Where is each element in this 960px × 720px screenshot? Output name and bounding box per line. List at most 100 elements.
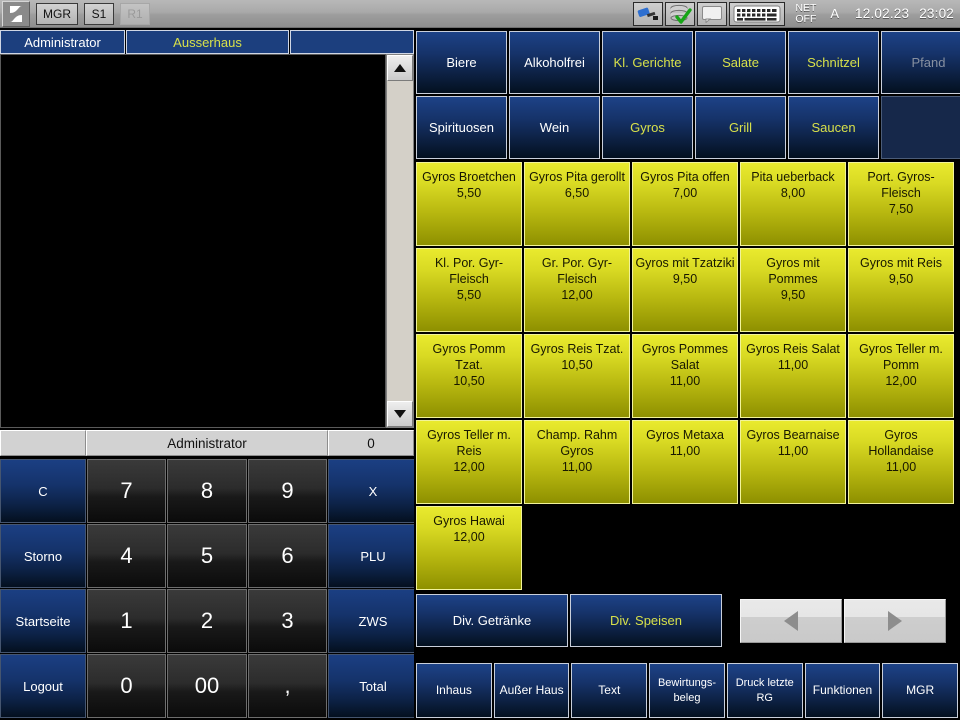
footer-button-text[interactable]: Text xyxy=(571,663,648,718)
category-button-alkoholfrei[interactable]: Alkoholfrei xyxy=(509,31,600,94)
keypad-key-3[interactable]: 3 xyxy=(248,589,327,653)
product-price: 10,50 xyxy=(561,358,593,372)
product-name: Kl. Por. Gyr-Fleisch xyxy=(434,256,504,286)
tab-ausserhaus[interactable]: Ausserhaus xyxy=(126,30,289,54)
footer-button-druck-letzte-rg[interactable]: Druck letzte RG xyxy=(726,663,803,718)
product-button-gyros-pita-offen[interactable]: Gyros Pita offen 7,00 xyxy=(632,162,738,246)
product-button-gyros-mit-pommes[interactable]: Gyros mit Pommes 9,50 xyxy=(740,248,846,332)
keypad-key-00[interactable]: 00 xyxy=(167,654,247,718)
product-price: 5,50 xyxy=(456,186,482,200)
info-cell-operator: Administrator xyxy=(86,430,328,456)
keyboard-icon[interactable] xyxy=(729,1,786,26)
product-button-gyros-pomm-tzat[interactable]: Gyros Pomm Tzat. 10,50 xyxy=(416,334,522,418)
category-button-wein[interactable]: Wein xyxy=(509,96,600,159)
receipt-scrollbar[interactable] xyxy=(386,54,414,428)
product-button-champ-rahm-gyros[interactable]: Champ. Rahm Gyros 11,00 xyxy=(524,420,630,504)
category-grid: Biere Alkoholfrei Kl. Gerichte Salate Schnit… xyxy=(414,28,960,159)
time-display: 23:02 xyxy=(919,6,954,21)
keypad-key-[interactable]: , xyxy=(248,654,327,718)
product-button-gyros-reis-tzat[interactable]: Gyros Reis Tzat. 10,50 xyxy=(524,334,630,418)
keypad-key-8[interactable]: 8 xyxy=(167,459,247,523)
keypad-key-c[interactable]: C xyxy=(0,459,86,523)
category-button-kl-gerichte[interactable]: Kl. Gerichte xyxy=(602,31,693,94)
misc-button-row: Div. Getränke Div. Speisen xyxy=(414,590,960,650)
product-button-kl-por-gyr-fleisch[interactable]: Kl. Por. Gyr-Fleisch 5,50 xyxy=(416,248,522,332)
keypad-key-0[interactable]: 0 xyxy=(87,654,166,718)
keypad-key-zws[interactable]: ZWS xyxy=(328,589,418,653)
product-button-gr-por-gyr-fleisch[interactable]: Gr. Por. Gyr-Fleisch 12,00 xyxy=(524,248,630,332)
category-button-saucen[interactable]: Saucen xyxy=(788,96,879,159)
product-price: 9,50 xyxy=(888,272,914,286)
div-getraenke-button[interactable]: Div. Getränke xyxy=(416,594,568,647)
keypad-key-total[interactable]: Total xyxy=(328,654,418,718)
footer-button-mgr[interactable]: MGR xyxy=(882,663,959,718)
scroll-down-button[interactable] xyxy=(387,401,413,427)
product-price: 12,00 xyxy=(885,374,917,388)
tab-empty[interactable] xyxy=(290,30,414,54)
product-button-gyros-pita-gerollt[interactable]: Gyros Pita gerollt 6,50 xyxy=(524,162,630,246)
div-speisen-button[interactable]: Div. Speisen xyxy=(570,594,722,647)
footer-button-bewirtungs-beleg[interactable]: Bewirtungs-beleg xyxy=(649,663,725,718)
keypad-key-startseite[interactable]: Startseite xyxy=(0,589,86,653)
keypad-key-logout[interactable]: Logout xyxy=(0,654,86,718)
product-button-gyros-hawai[interactable]: Gyros Hawai 12,00 xyxy=(416,506,522,590)
database-ok-icon[interactable] xyxy=(665,1,696,26)
scrollbar-track[interactable] xyxy=(387,81,413,401)
left-panel: Administrator Ausserhaus Administrator 0… xyxy=(0,28,418,720)
keypad-key-2[interactable]: 2 xyxy=(167,589,247,653)
keypad-key-5[interactable]: 5 xyxy=(167,524,247,588)
keypad-key-9[interactable]: 9 xyxy=(248,459,327,523)
product-price: 12,00 xyxy=(561,288,593,302)
product-button-pita-ueberback[interactable]: Pita ueberback 8,00 xyxy=(740,162,846,246)
category-button-biere[interactable]: Biere xyxy=(416,31,507,94)
keypad-key-1[interactable]: 1 xyxy=(87,589,166,653)
keypad-key-4[interactable]: 4 xyxy=(87,524,166,588)
scroll-up-button[interactable] xyxy=(387,55,413,81)
toolbar-button-s1[interactable]: S1 xyxy=(84,2,114,25)
product-button-port-gyros-fleisch[interactable]: Port. Gyros-Fleisch 7,50 xyxy=(848,162,954,246)
keypad-key-6[interactable]: 6 xyxy=(248,524,327,588)
product-name: Gyros Hollandaise xyxy=(868,428,934,458)
keypad-key-plu[interactable]: PLU xyxy=(328,524,418,588)
toolbar-button-r1: R1 xyxy=(120,2,150,25)
product-button-gyros-teller-m-pomm[interactable]: Gyros Teller m. Pomm 12,00 xyxy=(848,334,954,418)
category-button-salate[interactable]: Salate xyxy=(695,31,786,94)
keypad-key-x[interactable]: X xyxy=(328,459,418,523)
footer-button-funktionen[interactable]: Funktionen xyxy=(804,663,881,718)
product-button-gyros-mit-tzatziki[interactable]: Gyros mit Tzatziki 9,50 xyxy=(632,248,738,332)
keypad-key-7[interactable]: 7 xyxy=(87,459,166,523)
keypad-key-storno[interactable]: Storno xyxy=(0,524,86,588)
net-status-line1: NET xyxy=(795,1,817,14)
product-button-gyros-hollandaise[interactable]: Gyros Hollandaise 11,00 xyxy=(848,420,954,504)
numeric-keypad: C 7 8 9 X Storno 4 5 6 PLU Startseite 1 2 3 ZWS Logout 0… xyxy=(0,459,418,718)
product-button-gyros-teller-m-reis[interactable]: Gyros Teller m. Reis 12,00 xyxy=(416,420,522,504)
screen-blank-icon[interactable] xyxy=(697,1,728,26)
product-name: Gyros Teller m. Pomm xyxy=(859,342,943,372)
product-button-gyros-broetchen[interactable]: Gyros Broetchen 5,50 xyxy=(416,162,522,246)
category-button-grill[interactable]: Grill xyxy=(695,96,786,159)
product-button-gyros-bearnaise[interactable]: Gyros Bearnaise 11,00 xyxy=(740,420,846,504)
product-price: 12,00 xyxy=(453,530,485,544)
footer-button-inhaus[interactable]: Inhaus xyxy=(416,663,492,718)
page-next-button[interactable] xyxy=(844,599,946,643)
page-prev-button[interactable] xyxy=(740,599,842,643)
category-button-gyros[interactable]: Gyros xyxy=(602,96,693,159)
footer-button-au-er-haus[interactable]: Außer Haus xyxy=(493,663,570,718)
product-button-gyros-metaxa[interactable]: Gyros Metaxa 11,00 xyxy=(632,420,738,504)
product-button-gyros-pommes-salat[interactable]: Gyros Pommes Salat 11,00 xyxy=(632,334,738,418)
product-name: Gyros mit Pommes xyxy=(766,256,820,286)
tab-administrator[interactable]: Administrator xyxy=(0,30,125,54)
toolbar-button-mgr[interactable]: MGR xyxy=(36,2,78,25)
product-name: Port. Gyros-Fleisch xyxy=(867,170,935,200)
language-indicator: A xyxy=(830,6,840,21)
usb-connector-icon[interactable] xyxy=(633,1,664,26)
category-button-empty xyxy=(881,96,960,159)
category-button-spirituosen[interactable]: Spirituosen xyxy=(416,96,507,159)
product-button-gyros-reis-salat[interactable]: Gyros Reis Salat 11,00 xyxy=(740,334,846,418)
tab-bar: Administrator Ausserhaus xyxy=(0,28,414,54)
product-name: Gyros Metaxa xyxy=(646,428,724,442)
category-button-schnitzel[interactable]: Schnitzel xyxy=(788,31,879,94)
product-price: 11,00 xyxy=(777,444,809,458)
product-button-gyros-mit-reis[interactable]: Gyros mit Reis 9,50 xyxy=(848,248,954,332)
